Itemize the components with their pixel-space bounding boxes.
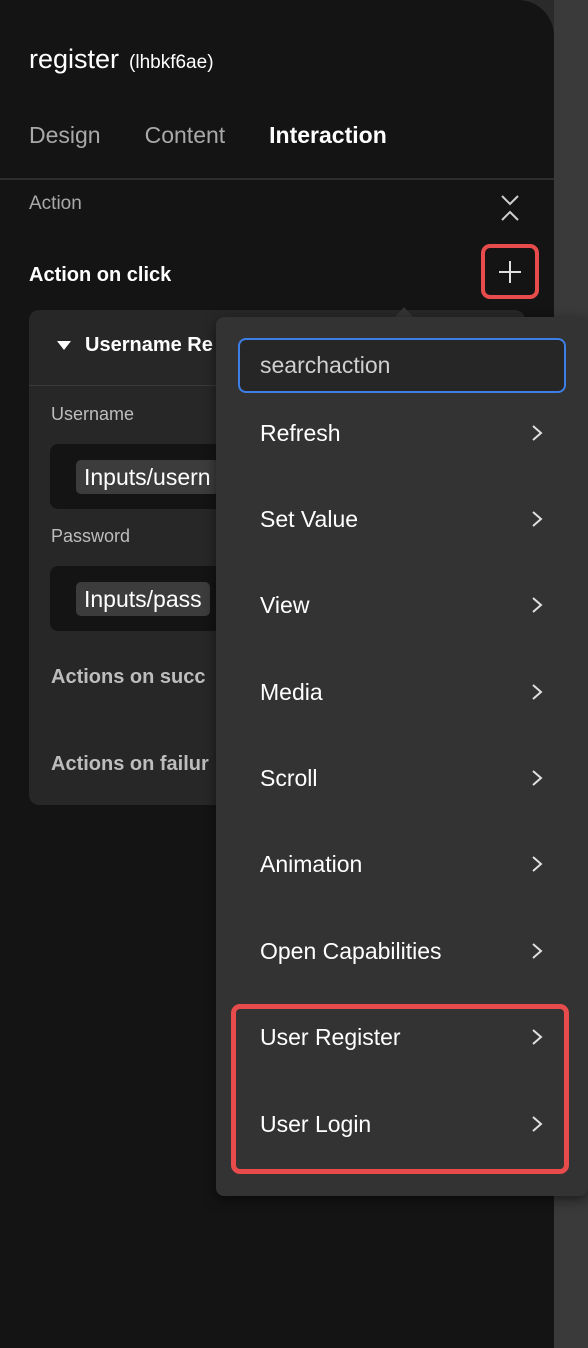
menu-item-view[interactable]: View <box>216 562 588 648</box>
menu-item-set-value[interactable]: Set Value <box>216 476 588 562</box>
chevron-right-icon <box>532 425 543 441</box>
menu-item-user-register[interactable]: User Register <box>216 994 588 1080</box>
actions-on-failure-label: Actions on failur <box>51 753 209 775</box>
tab-interaction[interactable]: Interaction <box>269 122 387 149</box>
tab-content[interactable]: Content <box>145 122 226 149</box>
action-dropdown-menu: Refresh Set Value View Media Scroll Anim… <box>216 317 588 1196</box>
menu-item-label: Set Value <box>260 506 359 532</box>
chevron-right-icon <box>532 770 543 786</box>
chevron-right-icon <box>532 511 543 527</box>
chevron-right-icon <box>532 1116 543 1132</box>
plus-icon <box>499 260 521 283</box>
menu-item-scroll[interactable]: Scroll <box>216 735 588 821</box>
panel-title: register (lhbkf6ae) <box>29 44 214 75</box>
tab-divider <box>0 178 554 180</box>
chevron-right-icon <box>532 943 543 959</box>
actions-on-success-label: Actions on succ <box>51 666 206 688</box>
username-label: Username <box>51 404 135 424</box>
menu-item-label: Animation <box>260 851 363 877</box>
collapse-icon[interactable] <box>498 194 522 222</box>
menu-item-open-capabilities[interactable]: Open Capabilities <box>216 908 588 994</box>
menu-item-label: View <box>260 592 310 618</box>
add-action-button[interactable] <box>481 244 539 299</box>
chevron-right-icon <box>532 684 543 700</box>
username-binding-chip[interactable]: Inputs/usern <box>76 460 219 494</box>
menu-item-label: Media <box>260 679 323 705</box>
menu-item-user-login[interactable]: User Login <box>216 1081 588 1167</box>
action-on-click-label: Action on click <box>29 264 172 286</box>
menu-item-label: Scroll <box>260 765 318 791</box>
section-label: Action <box>29 193 82 214</box>
menu-item-label: Open Capabilities <box>260 938 442 964</box>
menu-item-label: User Login <box>260 1111 372 1137</box>
tab-design[interactable]: Design <box>29 122 101 149</box>
menu-item-label: User Register <box>260 1024 401 1050</box>
tab-bar: Design Content Interaction <box>29 122 387 149</box>
menu-item-media[interactable]: Media <box>216 649 588 735</box>
action-card-header[interactable]: Username Re <box>57 334 213 357</box>
chevron-right-icon <box>532 1029 543 1045</box>
password-binding-chip[interactable]: Inputs/pass <box>76 582 210 616</box>
component-id: (lhbkf6ae) <box>129 52 214 73</box>
caret-down-icon <box>57 340 71 350</box>
search-action-input[interactable] <box>238 338 566 393</box>
password-label: Password <box>51 526 131 546</box>
component-name: register <box>29 44 120 74</box>
chevron-right-icon <box>532 856 543 872</box>
chevron-right-icon <box>532 597 543 613</box>
menu-item-refresh[interactable]: Refresh <box>216 390 588 476</box>
menu-item-animation[interactable]: Animation <box>216 821 588 907</box>
action-card-title: Username Re <box>85 334 213 356</box>
menu-item-label: Refresh <box>260 420 341 446</box>
